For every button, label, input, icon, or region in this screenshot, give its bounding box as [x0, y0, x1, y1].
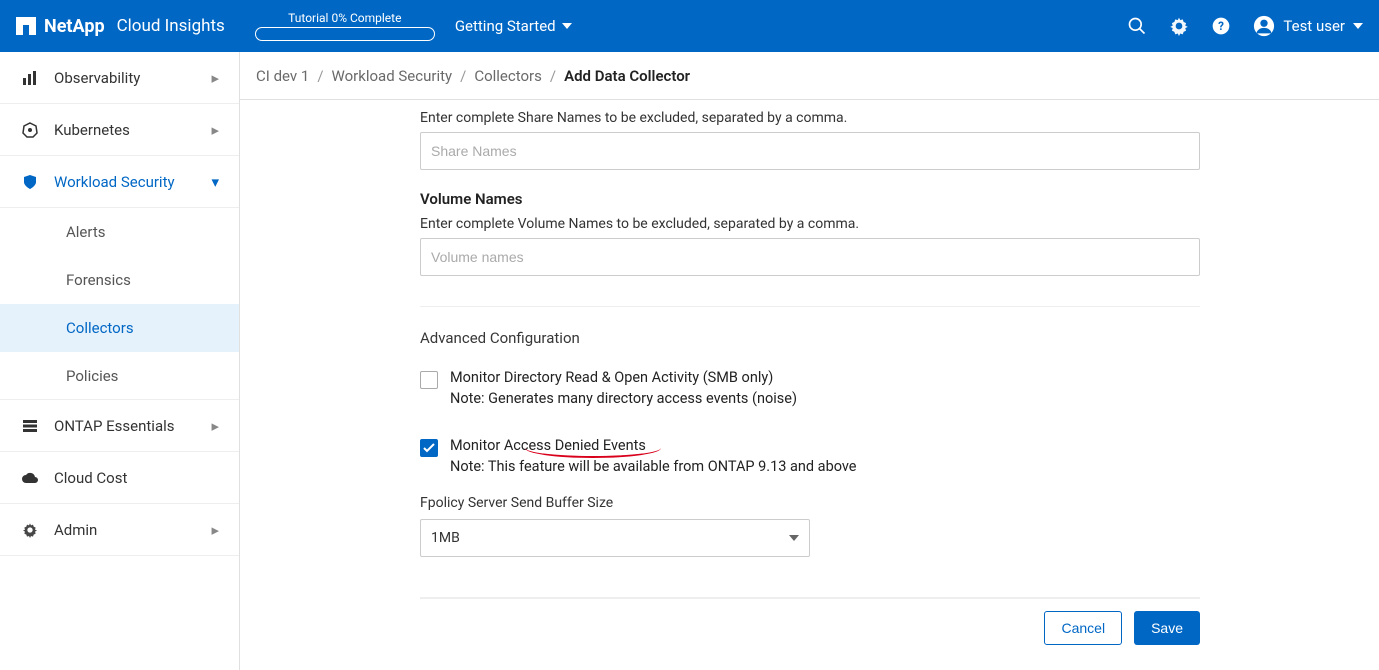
breadcrumb-workload-security[interactable]: Workload Security	[332, 67, 453, 85]
user-icon	[1253, 15, 1275, 37]
chevron-right-icon: ▸	[211, 417, 219, 435]
cancel-button[interactable]: Cancel	[1044, 611, 1122, 645]
chevron-right-icon: ▸	[211, 69, 219, 87]
breadcrumb-separator: /	[317, 67, 323, 85]
monitor-access-denied-note: Note: This feature will be available fro…	[450, 458, 857, 475]
top-bar: NetApp Cloud Insights Tutorial 0% Comple…	[0, 0, 1379, 52]
volume-names-input[interactable]	[420, 238, 1200, 276]
sidebar-item-admin[interactable]: Admin ▸	[0, 504, 239, 556]
check-icon	[423, 443, 435, 453]
bar-chart-icon	[20, 70, 40, 86]
share-names-help: Enter complete Share Names to be exclude…	[420, 110, 1200, 126]
save-button[interactable]: Save	[1134, 611, 1200, 645]
getting-started-label: Getting Started	[455, 17, 556, 35]
brand-text: NetApp	[44, 16, 105, 37]
user-name: Test user	[1283, 17, 1345, 35]
breadcrumb-current: Add Data Collector	[564, 67, 690, 85]
chevron-right-icon: ▸	[211, 521, 219, 539]
sidebar-item-label: ONTAP Essentials	[54, 417, 211, 435]
fpolicy-buffer-value: 1MB	[431, 530, 460, 546]
shield-icon	[20, 174, 40, 190]
sidebar-item-label: Collectors	[66, 319, 134, 337]
sidebar-sub-collectors[interactable]: Collectors	[0, 304, 239, 352]
monitor-directory-checkbox[interactable]	[420, 371, 438, 389]
advanced-configuration-header: Advanced Configuration	[420, 329, 1200, 347]
kubernetes-icon	[20, 122, 40, 138]
monitor-access-denied-checkbox[interactable]	[420, 439, 438, 457]
sidebar-item-label: Admin	[54, 521, 211, 539]
chevron-down-icon: ▾	[211, 173, 219, 191]
getting-started-dropdown[interactable]: Getting Started	[455, 17, 572, 35]
breadcrumb-collectors[interactable]: Collectors	[474, 67, 542, 85]
search-icon[interactable]	[1127, 16, 1147, 36]
caret-down-icon	[1353, 23, 1363, 29]
sidebar-sub-policies[interactable]: Policies	[0, 352, 239, 400]
sidebar-item-workload-security[interactable]: Workload Security ▾	[0, 156, 239, 208]
user-menu[interactable]: Test user	[1253, 15, 1363, 37]
share-names-input[interactable]	[420, 132, 1200, 170]
fpolicy-buffer-select[interactable]: 1MB	[420, 519, 810, 557]
tutorial-label: Tutorial 0% Complete	[288, 11, 401, 25]
svg-text:?: ?	[1218, 19, 1224, 33]
netapp-logo-icon	[16, 17, 36, 35]
caret-down-icon	[789, 535, 799, 541]
form-footer: Cancel Save	[420, 598, 1200, 656]
breadcrumb: CI dev 1 / Workload Security / Collector…	[240, 52, 1379, 100]
sidebar-item-ontap[interactable]: ONTAP Essentials ▸	[0, 400, 239, 452]
sidebar-item-label: Observability	[54, 69, 211, 87]
monitor-directory-label: Monitor Directory Read & Open Activity (…	[450, 369, 797, 386]
chevron-right-icon: ▸	[211, 121, 219, 139]
cloud-icon	[20, 471, 40, 485]
sidebar-item-label: Cloud Cost	[54, 469, 219, 487]
tutorial-bar	[255, 27, 435, 41]
sidebar: Observability ▸ Kubernetes ▸ Workload Se…	[0, 52, 240, 670]
sidebar-item-label: Alerts	[66, 223, 106, 241]
fpolicy-buffer-label: Fpolicy Server Send Buffer Size	[420, 495, 1200, 511]
monitor-directory-note: Note: Generates many directory access ev…	[450, 390, 797, 407]
breadcrumb-separator: /	[460, 67, 466, 85]
volume-names-help: Enter complete Volume Names to be exclud…	[420, 216, 1200, 232]
caret-down-icon	[562, 23, 572, 29]
sidebar-sub-forensics[interactable]: Forensics	[0, 256, 239, 304]
gear-icon	[20, 522, 40, 538]
sidebar-item-label: Policies	[66, 367, 118, 385]
sidebar-item-label: Workload Security	[54, 173, 211, 191]
sidebar-item-label: Kubernetes	[54, 121, 211, 139]
divider	[420, 306, 1200, 307]
form-body: Enter complete Share Names to be exclude…	[240, 100, 1379, 670]
sidebar-sub-alerts[interactable]: Alerts	[0, 208, 239, 256]
sidebar-item-observability[interactable]: Observability ▸	[0, 52, 239, 104]
breadcrumb-separator: /	[550, 67, 556, 85]
storage-icon	[20, 418, 40, 434]
help-icon[interactable]: ?	[1211, 16, 1231, 36]
tutorial-progress[interactable]: Tutorial 0% Complete	[255, 11, 435, 41]
product-text: Cloud Insights	[117, 16, 225, 36]
volume-names-label: Volume Names	[420, 190, 1200, 208]
sidebar-item-label: Forensics	[66, 271, 131, 289]
gear-icon[interactable]	[1169, 16, 1189, 36]
breadcrumb-tenant[interactable]: CI dev 1	[256, 67, 309, 85]
sidebar-item-cloud-cost[interactable]: Cloud Cost	[0, 452, 239, 504]
sidebar-item-kubernetes[interactable]: Kubernetes ▸	[0, 104, 239, 156]
logo[interactable]: NetApp Cloud Insights	[16, 16, 225, 37]
monitor-access-denied-label: Monitor Access Denied Events	[450, 437, 646, 454]
